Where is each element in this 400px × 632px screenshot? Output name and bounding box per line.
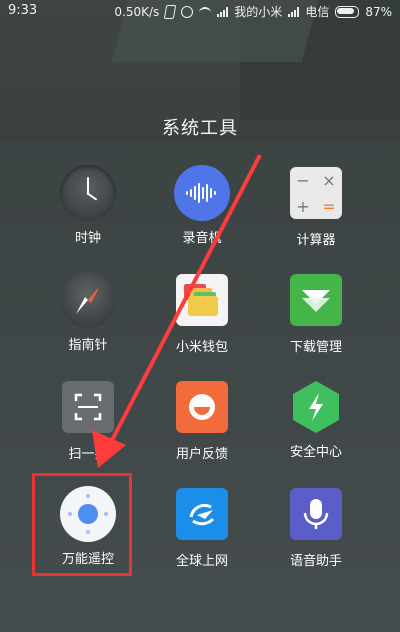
app-global-internet[interactable]: 全球上网: [152, 486, 252, 569]
app-label: 下载管理: [289, 340, 342, 355]
app-calculator[interactable]: − × + = 计算器: [266, 165, 366, 248]
calculator-icon: − × + =: [290, 167, 342, 219]
battery-icon: [335, 5, 360, 18]
app-download-manager[interactable]: 下载管理: [266, 272, 366, 355]
app-feedback[interactable]: 用户反馈: [152, 379, 252, 462]
signal-icon: [217, 6, 229, 17]
app-compass[interactable]: 指南针: [38, 272, 138, 353]
app-wallet[interactable]: 小米钱包: [152, 272, 252, 355]
carrier-1: 我的小米: [234, 5, 283, 19]
equals-glyph: =: [322, 196, 336, 216]
global-internet-icon: [176, 488, 228, 540]
feedback-icon: [176, 381, 228, 433]
minus-glyph: −: [296, 170, 310, 190]
wallet-icon: [176, 274, 228, 326]
multiply-glyph: ×: [322, 170, 336, 190]
app-label: 安全中心: [289, 445, 342, 460]
app-label: 小米钱包: [175, 340, 228, 355]
app-label: 指南针: [68, 338, 108, 353]
highlight-box: [32, 473, 132, 576]
security-icon: [293, 381, 339, 433]
app-label: 计算器: [296, 233, 336, 248]
app-label: 全球上网: [175, 554, 228, 569]
app-recorder[interactable]: 录音机: [152, 165, 252, 246]
app-label: 用户反馈: [175, 447, 228, 462]
app-clock[interactable]: 时钟: [38, 165, 138, 246]
app-security-center[interactable]: 安全中心: [266, 379, 366, 460]
recorder-icon: [174, 165, 230, 221]
network-speed: 0.50K/s: [114, 4, 160, 19]
app-label: 时钟: [74, 231, 101, 246]
app-label: 扫一扫: [68, 447, 108, 462]
status-time: 9:33: [8, 3, 38, 18]
voice-assistant-icon: [290, 488, 342, 540]
status-bar: 9:33 0.50K/s 我的小米 电信 87%: [0, 0, 400, 22]
plus-glyph: +: [296, 196, 310, 216]
app-voice-assistant[interactable]: 语音助手: [266, 486, 366, 569]
app-label: 录音机: [182, 231, 222, 246]
folder-title: 系统工具: [162, 118, 238, 139]
app-label: 语音助手: [289, 554, 342, 569]
bluetooth-icon: [164, 4, 177, 19]
carrier-2: 电信: [305, 5, 330, 19]
app-scan[interactable]: 扫一扫: [38, 379, 138, 462]
scan-icon: [62, 381, 114, 433]
signal-icon: [288, 6, 300, 17]
alarm-icon: [181, 5, 194, 18]
status-indicators: 0.50K/s 我的小米 电信 87%: [114, 3, 392, 20]
battery-level: 87%: [365, 4, 392, 19]
download-icon: [290, 274, 342, 326]
wifi-icon: [199, 6, 212, 17]
